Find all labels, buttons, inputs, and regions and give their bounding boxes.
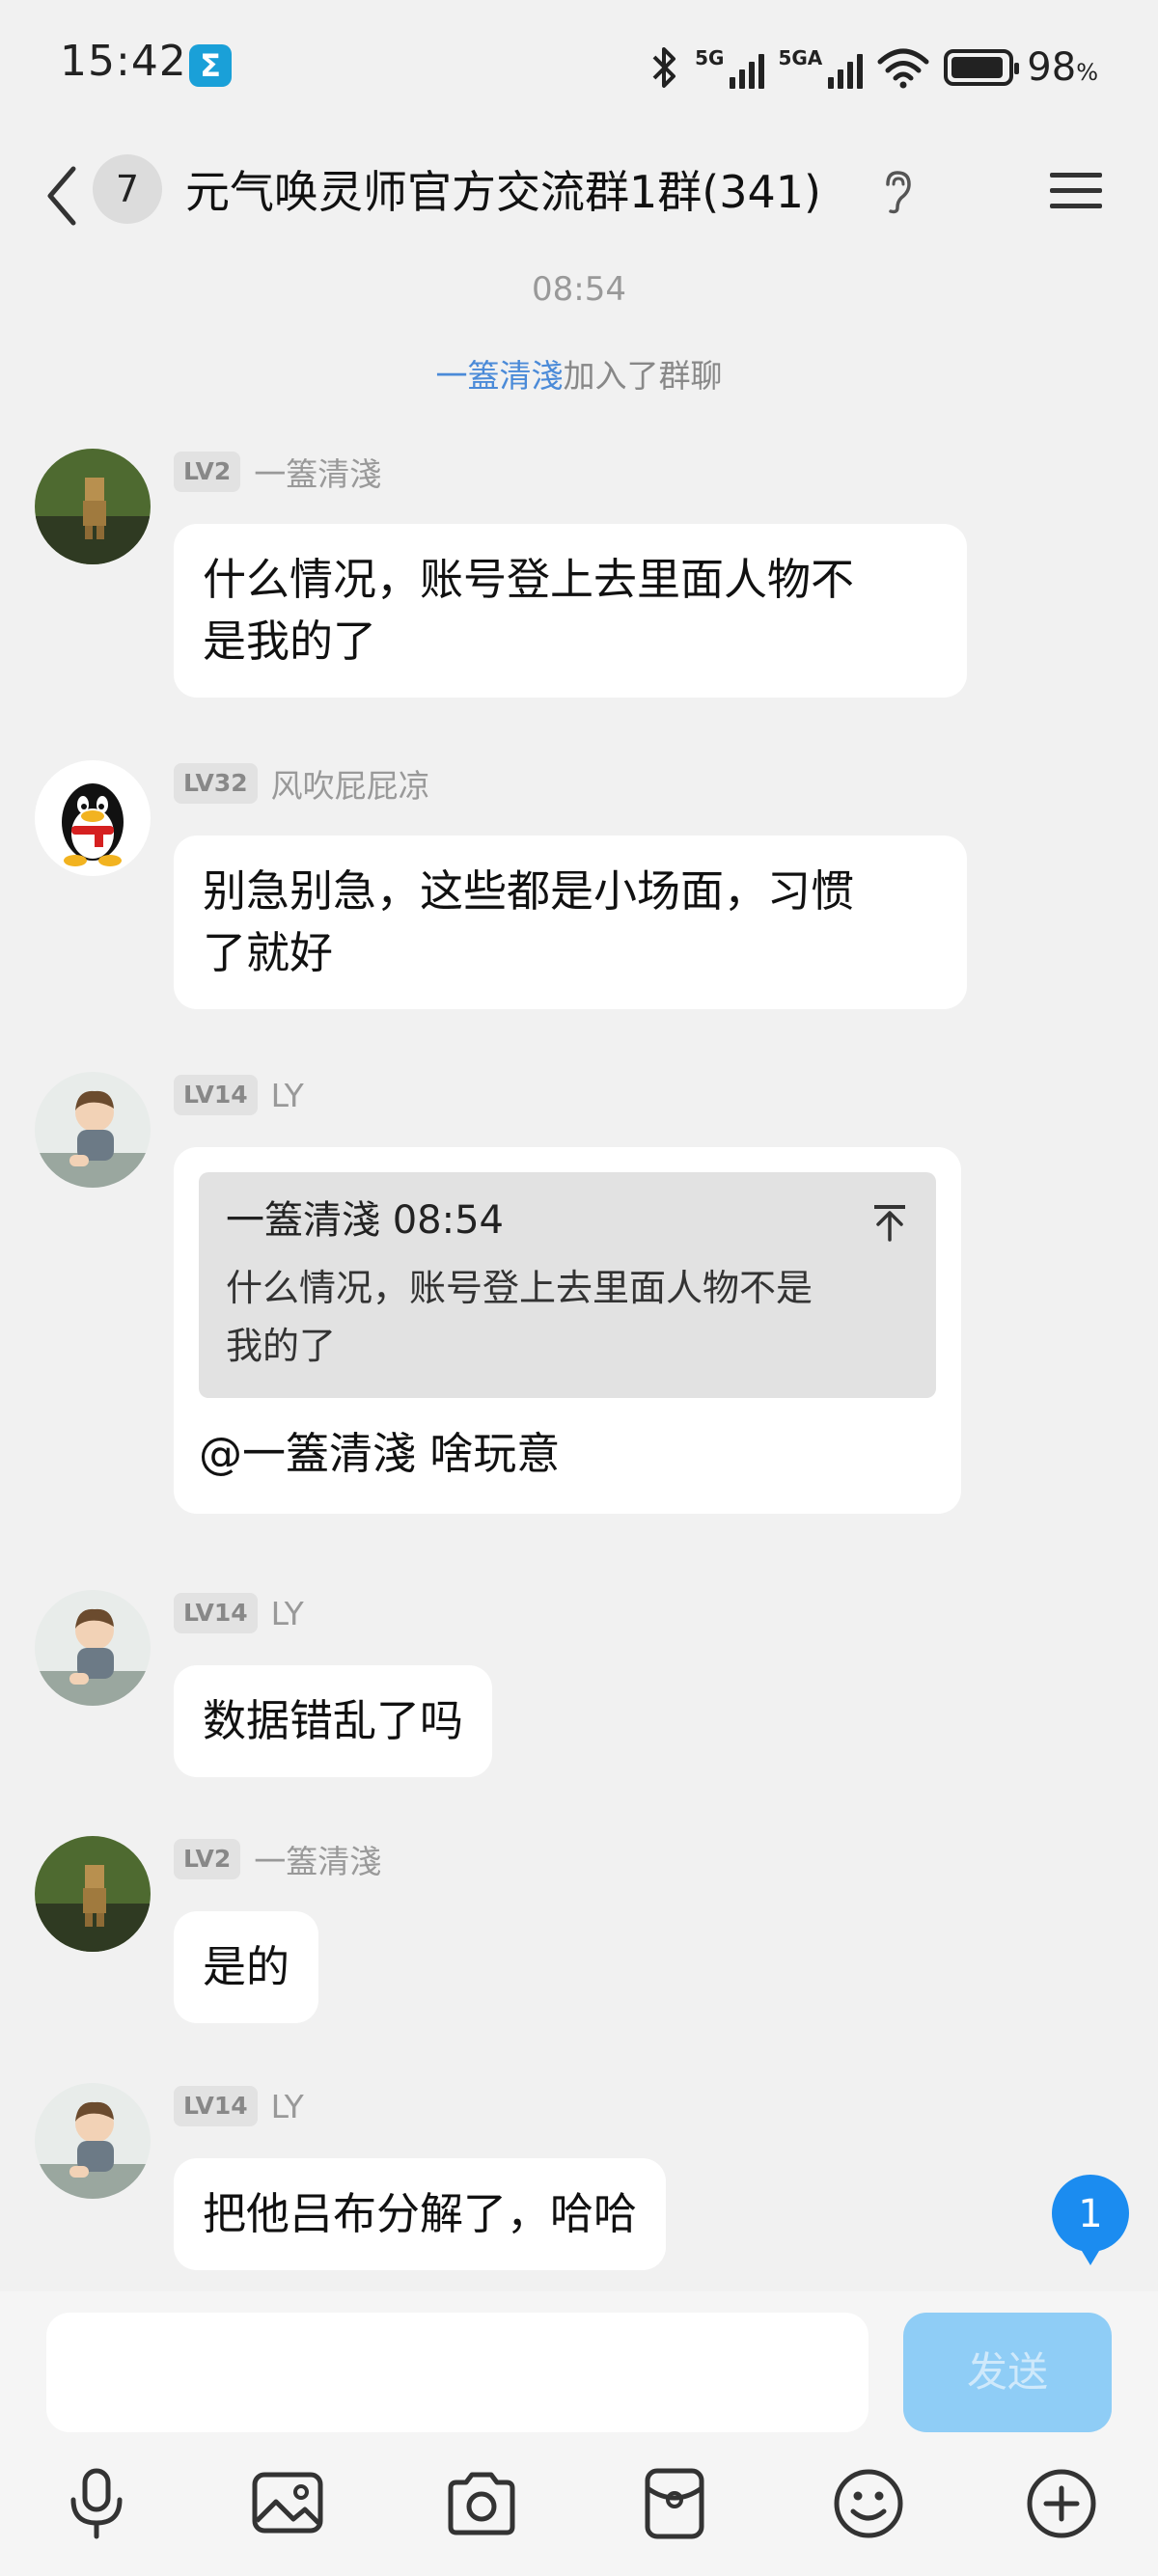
chat-header: 7 元气唤灵师官方交流群1群(341) (0, 130, 1158, 256)
sender-name[interactable]: LY (271, 1077, 304, 1114)
signal-5ga-icon: 5GA (778, 46, 864, 89)
avatar[interactable] (35, 760, 151, 876)
level-badge: LV14 (174, 2086, 258, 2126)
network-label-5g: 5G (695, 46, 725, 69)
battery-icon (944, 49, 1020, 86)
message-bubble[interactable]: 别急别急，这些都是小场面，习惯 了就好 (174, 836, 967, 1009)
status-time: 15:42 (60, 37, 187, 86)
message-text: 数据错乱了吗 (203, 1695, 464, 1746)
emoji-icon[interactable] (830, 2465, 907, 2542)
camera-icon[interactable] (443, 2465, 520, 2542)
avatar[interactable] (35, 1590, 151, 1706)
sender-name[interactable]: LY (271, 2088, 304, 2125)
menu-icon[interactable] (1048, 167, 1104, 215)
message-text: 把他吕布分解了，哈哈 (203, 2188, 638, 2239)
red-packet-icon[interactable] (636, 2465, 713, 2542)
network-label-5ga: 5GA (778, 46, 823, 69)
signal-5g-icon: 5G (695, 46, 765, 89)
avatar[interactable] (35, 1072, 151, 1188)
send-button[interactable]: 发送 (903, 2313, 1112, 2432)
sender-name[interactable]: 一篕清淺 (254, 1836, 381, 1882)
system-notice: 一篕清淺加入了群聊 (0, 350, 1158, 397)
quote-header: 一篕清淺 08:54 (226, 1198, 504, 1243)
quote-text-line: 什么情况，账号登上去里面人物不是 (226, 1267, 813, 1309)
message-bubble[interactable]: 数据错乱了吗 (174, 1665, 493, 1777)
avatar[interactable] (35, 449, 151, 564)
sender-name[interactable]: 一篕清淺 (254, 449, 381, 495)
message-item: LV14 LY 数据错乱了吗 (0, 1590, 1158, 1802)
status-indicators: 5G 5GA 98% (648, 39, 1098, 96)
message-item: LV32 风吹屁屁凉 别急别急，这些都是小场面，习惯 了就好 (0, 760, 1158, 1021)
sender-meta: LV2 一篕清淺 (174, 449, 381, 495)
system-notice-text: 加入了群聊 (563, 357, 723, 395)
bluetooth-icon (652, 47, 676, 88)
quoted-message[interactable]: 一篕清淺 08:54 什么情况，账号登上去里面人物不是 我的了 (199, 1172, 936, 1398)
battery-percent: 98% (1027, 45, 1098, 90)
level-badge: LV2 (174, 1839, 241, 1879)
level-badge: LV14 (174, 1075, 258, 1115)
quote-text-line: 我的了 (226, 1325, 337, 1367)
chat-area[interactable]: 08:54 一篕清淺加入了群聊 LV2 一篕清淺 什么情况，账号登上去里面人物不… (0, 256, 1158, 2291)
wifi-icon (877, 48, 929, 89)
avatar[interactable] (35, 2083, 151, 2199)
message-item: LV2 一篕清淺 是的 (0, 1836, 1158, 2048)
level-badge: LV32 (174, 763, 258, 804)
chat-timestamp: 08:54 (532, 270, 626, 309)
status-bar: 15:42 Σ 5G 5GA 98% (0, 0, 1158, 130)
message-item: LV2 一篕清淺 什么情况，账号登上去里面人物不 是我的了 (0, 449, 1158, 709)
quote-body: 什么情况，账号登上去里面人物不是 我的了 (226, 1259, 909, 1375)
image-icon[interactable] (249, 2465, 326, 2542)
plus-icon[interactable] (1023, 2465, 1100, 2542)
message-bubble[interactable]: 把他吕布分解了，哈哈 (174, 2158, 667, 2270)
message-text: 是的 (203, 1941, 290, 1992)
message-text-line: 什么情况，账号登上去里面人物不 (203, 554, 855, 605)
sender-meta: LV14 LY (174, 2083, 304, 2129)
message-text-line: 是我的了 (203, 616, 377, 667)
unread-count-badge[interactable]: 7 (93, 154, 162, 224)
sender-meta: LV32 风吹屁屁凉 (174, 760, 430, 807)
message-bubble[interactable]: 是的 (174, 1911, 319, 2023)
message-item: LV14 LY 把他吕布分解了，哈哈 (0, 2083, 1158, 2295)
ear-icon[interactable] (880, 169, 915, 215)
system-notice-username[interactable]: 一篕清淺 (436, 357, 564, 395)
avatar[interactable] (35, 1836, 151, 1952)
message-input[interactable] (46, 2313, 868, 2432)
message-text-line: 别急别急，这些都是小场面，习惯 (203, 865, 855, 917)
page-title[interactable]: 元气唤灵师官方交流群1群(341) (185, 157, 821, 221)
app-notification-icon: Σ (189, 44, 232, 87)
message-text-line: 了就好 (203, 927, 334, 978)
message-bubble[interactable]: 什么情况，账号登上去里面人物不 是我的了 (174, 524, 967, 698)
jump-to-original-icon[interactable] (872, 1203, 907, 1242)
input-bar: 发送 (0, 2291, 1158, 2576)
new-message-count: 1 (1078, 2192, 1102, 2236)
sender-meta: LV14 LY (174, 1590, 304, 1636)
sender-meta: LV14 LY (174, 1072, 304, 1118)
sender-name[interactable]: 风吹屁屁凉 (271, 760, 430, 807)
message-bubble[interactable]: 一篕清淺 08:54 什么情况，账号登上去里面人物不是 我的了 @一篕清淺 啥玩… (174, 1147, 961, 1514)
sender-name[interactable]: LY (271, 1595, 304, 1632)
sender-meta: LV2 一篕清淺 (174, 1836, 381, 1882)
message-text: @一篕清淺 啥玩意 (199, 1428, 561, 1479)
microphone-icon[interactable] (58, 2465, 135, 2542)
new-message-badge[interactable]: 1 (1050, 2173, 1131, 2269)
level-badge: LV2 (174, 452, 241, 492)
back-icon[interactable] (37, 157, 85, 234)
message-item: LV14 LY 一篕清淺 08:54 什么情况，账号登上去里面人物不是 我的了 … (0, 1072, 1158, 1535)
level-badge: LV14 (174, 1593, 258, 1633)
